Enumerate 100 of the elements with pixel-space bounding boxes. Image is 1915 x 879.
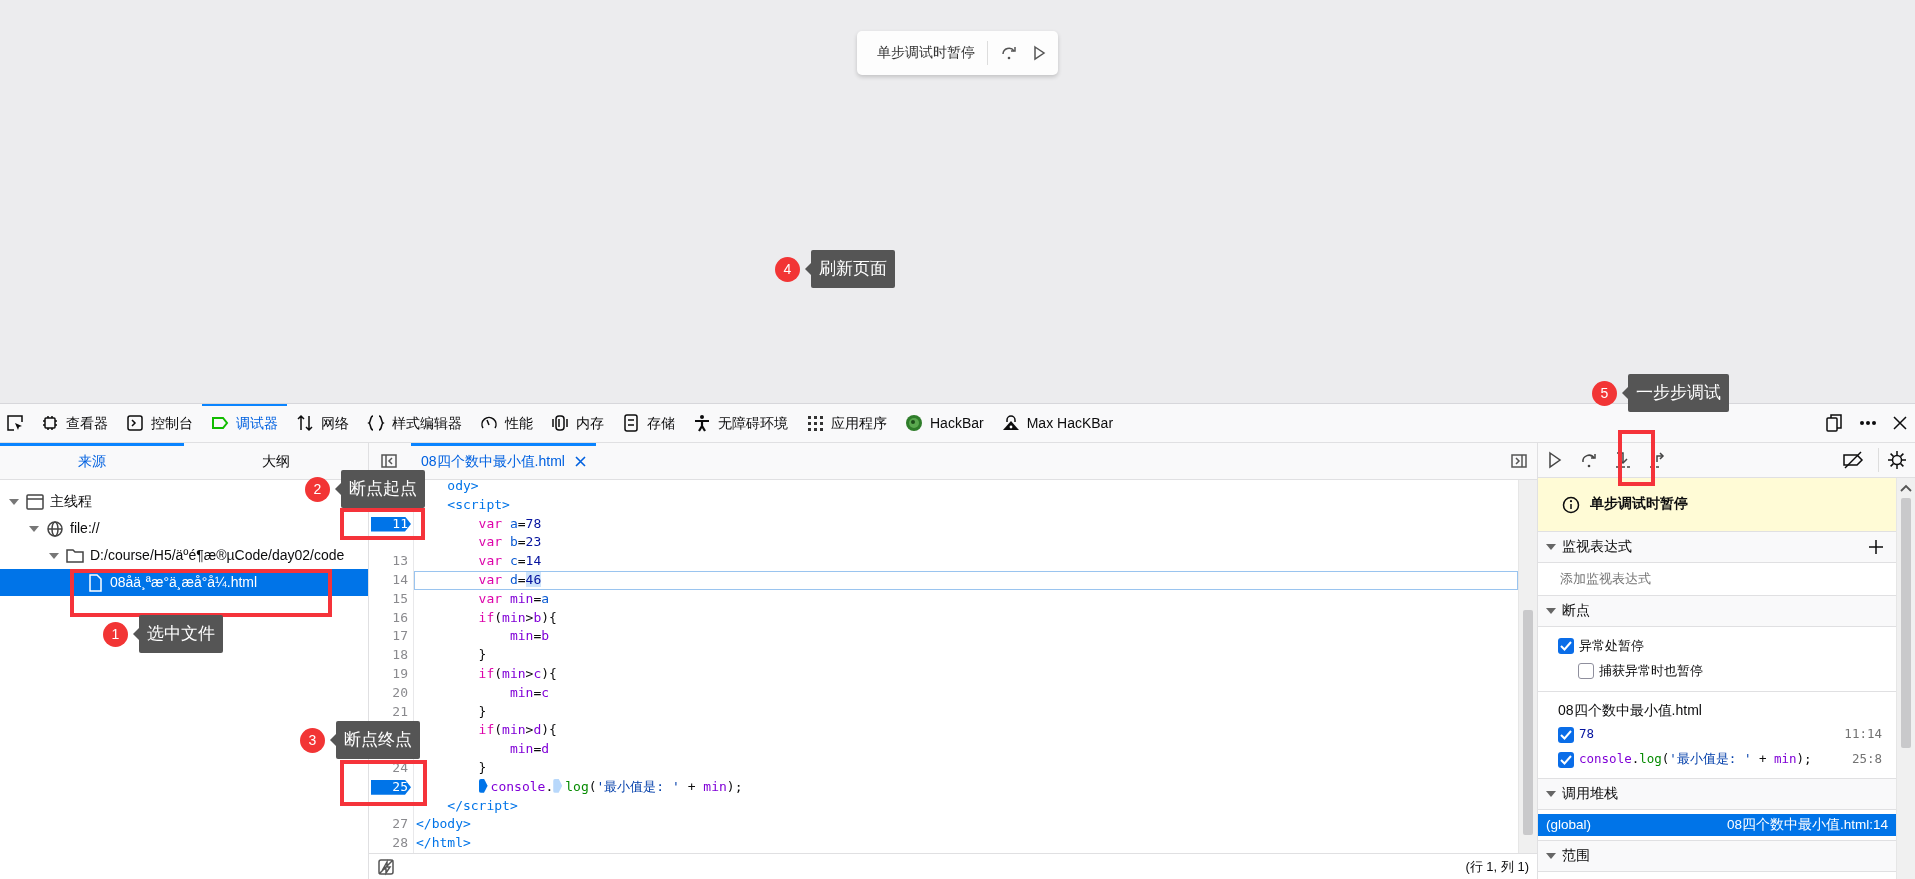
devtools-tab[interactable]: 无障碍环境 [684, 403, 797, 443]
callout-label: 选中文件 [139, 615, 223, 653]
checkbox[interactable] [1578, 662, 1594, 679]
devtools-tab[interactable]: HackBar [896, 403, 993, 443]
code-line: min=d [508, 740, 551, 759]
devtools-tab[interactable]: 控制台 [117, 403, 202, 443]
callout-pointer [1622, 387, 1628, 399]
play-icon [1032, 45, 1046, 61]
devtools-tab[interactable]: 样式编辑器 [358, 403, 471, 443]
tag-icon [211, 414, 229, 432]
deactivate-breakpoints-button[interactable] [1840, 449, 1866, 471]
sidebar-toggle-icon [381, 454, 397, 468]
devtools-tab[interactable]: 存储 [613, 403, 684, 443]
tree-item[interactable]: file:// [0, 515, 108, 542]
callout-pointer [330, 734, 336, 746]
scrollbar[interactable] [1896, 478, 1915, 879]
caret-icon [1546, 608, 1556, 614]
devtools-tab[interactable]: 内存 [542, 403, 613, 443]
check-icon [1560, 729, 1572, 740]
step-number-badge: 1 [103, 621, 128, 647]
highlight-frame [1618, 430, 1655, 486]
line-number: 28 [392, 835, 408, 851]
info-icon [1562, 495, 1580, 514]
settings-icon [1887, 450, 1907, 470]
cursor-icon [6, 414, 24, 432]
window-icon [26, 492, 44, 511]
storage-icon [622, 414, 640, 432]
code-line: var b=23 [477, 533, 543, 552]
check-icon [1560, 640, 1572, 651]
play-icon [1546, 451, 1564, 469]
plus-icon [1868, 539, 1884, 555]
breakpoint-location: 11:14 [1844, 725, 1882, 744]
close-icon [1893, 416, 1907, 430]
close-icon [574, 455, 586, 467]
toggle-sources-button[interactable] [379, 452, 399, 470]
settings-button[interactable] [1878, 448, 1909, 472]
caret-icon [1546, 544, 1556, 550]
devtools-tab[interactable]: 调试器 [202, 403, 287, 443]
blackbox-icon[interactable] [377, 857, 395, 876]
breakpoint-location: 25:8 [1851, 750, 1882, 769]
column-breakpoint-marker[interactable] [478, 778, 488, 793]
code-line: if(min>c){ [477, 664, 558, 683]
line-number: 18 [392, 647, 408, 663]
line-number: 21 [392, 703, 408, 719]
code-line: if(min>b){ [477, 608, 558, 627]
expand-arrow-icon [48, 551, 60, 560]
paused-label: 单步调试时暂停 [877, 41, 988, 65]
add-button[interactable] [1866, 537, 1886, 557]
breakpoint-file: 08四个数中最小值.html [1558, 700, 1703, 720]
column-breakpoint-marker[interactable] [553, 778, 563, 793]
breakpoint-code: 78 [1579, 725, 1596, 744]
step-out-icon [1648, 451, 1666, 469]
checkbox[interactable] [1558, 637, 1574, 654]
grid-icon [806, 414, 824, 432]
code-line: <script> [446, 495, 511, 514]
code-line: } [477, 758, 488, 777]
scrollbar[interactable] [1518, 480, 1537, 853]
cursor-position: (行 1, 列 1) [1465, 857, 1529, 876]
section-header[interactable]: 范围 [1538, 841, 1896, 872]
code-line: </html> [415, 834, 472, 853]
toggle-sidebar-button[interactable] [1509, 452, 1529, 470]
section-header[interactable]: 断点 [1538, 596, 1896, 627]
console-icon [126, 414, 144, 432]
breakpoint-marker[interactable] [371, 779, 411, 795]
devtools-tab[interactable]: 性能 [471, 403, 542, 443]
checkbox[interactable] [1558, 726, 1574, 743]
checkbox[interactable] [1558, 751, 1574, 768]
more-button[interactable] [1857, 418, 1879, 428]
dock-icon [1825, 414, 1843, 432]
panel-tab[interactable]: 来源 [0, 443, 184, 479]
stack-frame[interactable]: (global) 08四个数中最小值.html:14 [1538, 814, 1896, 836]
checkbox-label: 异常处暂停 [1579, 636, 1644, 655]
arrows-up-down-icon [296, 414, 314, 432]
sidebar-toggle-icon [1511, 454, 1527, 468]
dock-button[interactable] [1823, 412, 1845, 434]
watch-expression-field[interactable]: 添加监视表达式 [1558, 568, 1896, 590]
breakpoint-marker[interactable] [371, 516, 411, 532]
step-over-icon [1000, 45, 1018, 61]
devtools-tab[interactable]: 应用程序 [797, 403, 896, 443]
code-line: var a=78 [477, 514, 543, 533]
tree-item[interactable]: D:/course/H5/äºé¶æ®µCode/day02/code [0, 542, 353, 569]
callout-label: 刷新页面 [811, 250, 895, 288]
devtools-tab[interactable]: Max HacKBar [992, 403, 1123, 443]
code-line: </body> [415, 815, 472, 834]
code-line: var min=a [477, 589, 551, 608]
close-button[interactable] [1891, 414, 1909, 432]
line-number: 17 [392, 628, 408, 644]
person-icon [693, 414, 711, 432]
line-number: 27 [392, 816, 408, 832]
section-header[interactable]: 监视表达式 [1538, 532, 1896, 563]
devtools-tab[interactable]: 网络 [287, 403, 358, 443]
folder-icon [66, 546, 84, 565]
line-number: 13 [392, 553, 408, 569]
expand-arrow-icon [8, 497, 20, 506]
tree-item[interactable]: 主线程 [0, 488, 100, 515]
line-number: 16 [392, 609, 408, 625]
section-header[interactable]: 调用堆栈 [1538, 779, 1896, 810]
code-line: } [477, 702, 488, 721]
expand-arrow-icon [28, 524, 40, 533]
devtools-tab[interactable]: 查看器 [32, 403, 117, 443]
